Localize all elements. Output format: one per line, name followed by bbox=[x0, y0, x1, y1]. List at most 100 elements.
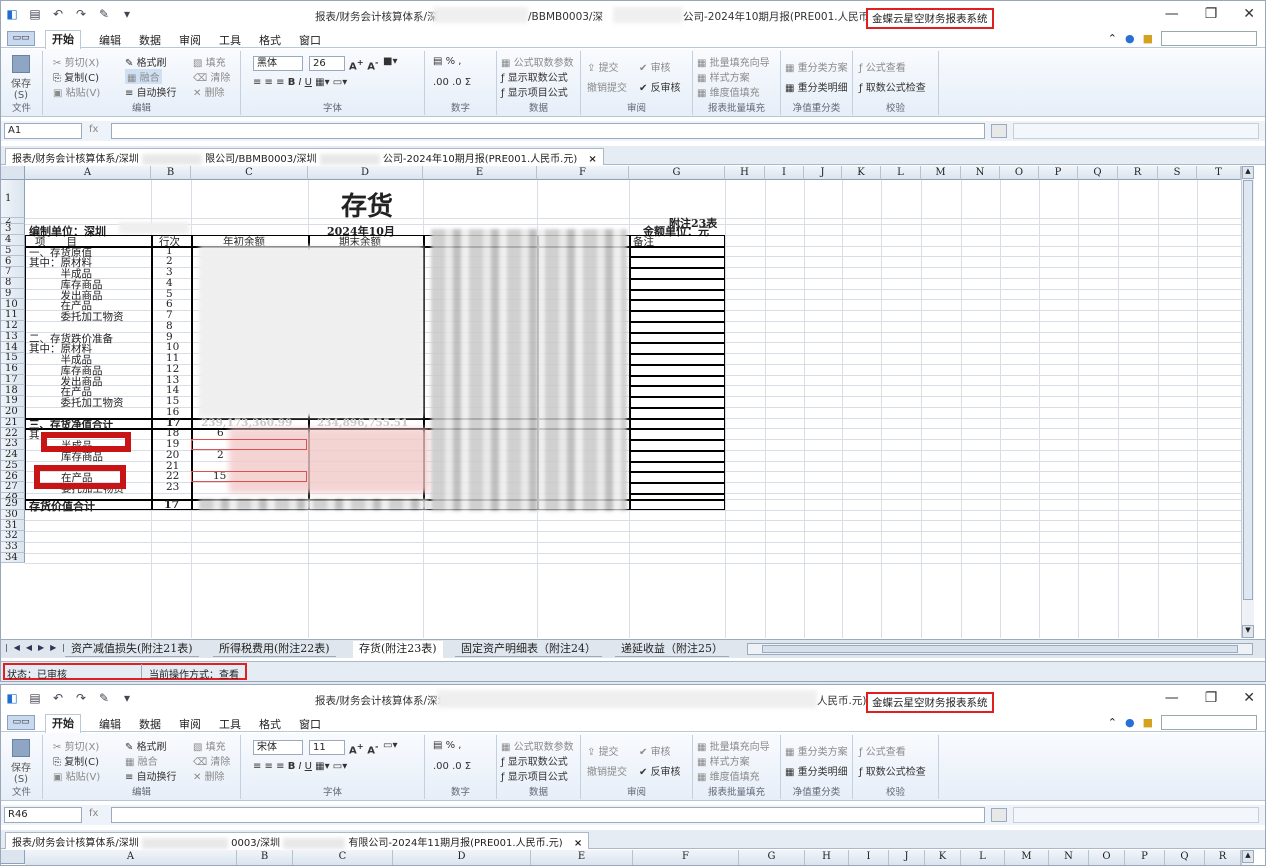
undo-icon[interactable]: ↶ bbox=[51, 691, 65, 705]
close-tab-icon[interactable]: × bbox=[574, 838, 582, 849]
font-name-select[interactable]: 宋体 bbox=[253, 740, 303, 755]
save-button[interactable]: 保存(S) bbox=[7, 739, 35, 785]
style-scheme-button[interactable]: ▦ 样式方案 bbox=[697, 753, 750, 768]
font-color-icon[interactable]: ▭▾ bbox=[383, 740, 397, 751]
font-size-select[interactable]: 26 bbox=[309, 56, 345, 71]
row-header-29[interactable]: 29 bbox=[1, 498, 25, 510]
column-header-f[interactable]: F bbox=[633, 850, 739, 865]
style-scheme-button[interactable]: ▦ 样式方案 bbox=[697, 69, 750, 84]
row-header-22[interactable]: 22 bbox=[1, 428, 25, 439]
menu-review[interactable]: 审阅 bbox=[179, 716, 201, 733]
restore-icon[interactable]: ❐ bbox=[1205, 6, 1218, 22]
menu-edit[interactable]: 编辑 bbox=[99, 716, 121, 733]
row-header-1[interactable]: 1 bbox=[1, 180, 25, 218]
close-tab-icon[interactable]: × bbox=[588, 154, 596, 165]
reclass-scheme-button[interactable]: ▦ 重分类方案 bbox=[785, 743, 848, 758]
scroll-down-icon[interactable]: ▼ bbox=[1242, 625, 1254, 638]
name-box[interactable]: R46 bbox=[4, 807, 82, 823]
wrap-button[interactable]: ≡ 自动换行 bbox=[125, 768, 177, 783]
dim-fill-button[interactable]: ▦ 维度值填充 bbox=[697, 768, 760, 783]
hscroll-thumb[interactable] bbox=[762, 645, 1238, 653]
column-header-e[interactable]: E bbox=[531, 850, 633, 865]
delete-button[interactable]: ✕ 删除 bbox=[193, 768, 225, 783]
formula-expand-icon[interactable] bbox=[991, 124, 1007, 138]
font-name-select[interactable]: 黑体 bbox=[253, 56, 303, 71]
row-header-16[interactable]: 16 bbox=[1, 363, 25, 375]
column-header-e[interactable]: E bbox=[423, 166, 537, 180]
row-header-10[interactable]: 10 bbox=[1, 299, 25, 310]
column-header-k[interactable]: K bbox=[842, 166, 881, 180]
row-header-13[interactable]: 13 bbox=[1, 331, 25, 343]
wrap-button[interactable]: ≡ 自动换行 bbox=[125, 84, 177, 99]
menu-start[interactable]: 开始 bbox=[45, 714, 81, 733]
fill-button[interactable]: ▧ 填充 bbox=[193, 54, 226, 69]
column-header-q[interactable]: Q bbox=[1078, 166, 1118, 180]
column-header-r[interactable]: R bbox=[1118, 166, 1158, 180]
row-header-31[interactable]: 31 bbox=[1, 520, 25, 531]
cancel-submit-button[interactable]: 撤销提交 bbox=[587, 79, 627, 94]
formula-view-button[interactable]: ƒ 公式查看 bbox=[859, 743, 906, 758]
formula-check-button[interactable]: ƒ 取数公式检查 bbox=[859, 763, 926, 778]
select-all-corner[interactable] bbox=[1, 166, 25, 180]
app-menu-button[interactable]: ▭▭ bbox=[7, 31, 35, 46]
show-formula-button[interactable]: ƒ 显示取数公式 bbox=[501, 753, 568, 768]
collapse-icon[interactable]: ⌃ bbox=[1108, 716, 1117, 729]
row-header-19[interactable]: 19 bbox=[1, 396, 25, 407]
column-header-a[interactable]: A bbox=[25, 166, 151, 180]
sheet-tab-24[interactable]: 固定资产明细表（附注24） bbox=[455, 641, 602, 657]
formula-input[interactable] bbox=[111, 123, 985, 139]
row-header-33[interactable]: 33 bbox=[1, 541, 25, 553]
row-header-15[interactable]: 15 bbox=[1, 353, 25, 364]
save-button[interactable]: 保存(S) bbox=[7, 55, 35, 101]
menu-edit[interactable]: 编辑 bbox=[99, 32, 121, 49]
column-header-i[interactable]: I bbox=[849, 850, 889, 865]
search-combo[interactable] bbox=[1161, 31, 1257, 46]
row-header-27[interactable]: 27 bbox=[1, 482, 25, 493]
document-tab[interactable]: 报表/财务会计核算体系/深圳 0003/深圳 有限公司-2024年11期月报(P… bbox=[5, 832, 590, 849]
font-size-select[interactable]: 11 bbox=[309, 740, 345, 755]
reclass-scheme-button[interactable]: ▦ 重分类方案 bbox=[785, 59, 848, 74]
column-header-n[interactable]: N bbox=[961, 166, 1000, 180]
column-header-g[interactable]: G bbox=[739, 850, 805, 865]
minimize-icon[interactable]: — bbox=[1165, 690, 1179, 706]
scroll-thumb[interactable] bbox=[1243, 180, 1253, 600]
scroll-up-icon[interactable]: ▲ bbox=[1242, 850, 1254, 863]
font-grow-icon[interactable]: A+ A- bbox=[349, 741, 378, 756]
column-header-l[interactable]: L bbox=[881, 166, 921, 180]
menu-tools[interactable]: 工具 bbox=[219, 32, 241, 49]
decimal-icon[interactable]: .00 .0 Σ bbox=[433, 761, 471, 772]
spreadsheet-grid[interactable]: A B C D E F G H I J K L M N O P Q R S T 1 2 3 4 5 6 7 8 9 10 11 12 13 14 1… bbox=[1, 166, 1241, 638]
column-header-d[interactable]: D bbox=[393, 850, 531, 865]
row-header-23[interactable]: 23 bbox=[1, 439, 25, 450]
column-header-c[interactable]: C bbox=[191, 166, 308, 180]
formula-check-button[interactable]: ƒ 取数公式检查 bbox=[859, 79, 926, 94]
formula-expand-icon[interactable] bbox=[991, 808, 1007, 822]
customize-icon[interactable]: ▾ bbox=[120, 7, 134, 21]
column-header-m[interactable]: M bbox=[1005, 850, 1049, 865]
brush-icon[interactable]: ✎ bbox=[97, 691, 111, 705]
collapse-icon[interactable]: ⌃ bbox=[1108, 32, 1117, 45]
menu-window[interactable]: 窗口 bbox=[299, 32, 321, 49]
column-header-h[interactable]: H bbox=[805, 850, 849, 865]
vertical-scrollbar[interactable]: ▲ bbox=[1241, 850, 1254, 865]
row-header-12[interactable]: 12 bbox=[1, 320, 25, 332]
row-header-3[interactable]: 3 bbox=[1, 224, 25, 235]
cut-button[interactable]: ✂ 剪切(X) bbox=[53, 54, 99, 69]
row-header-32[interactable]: 32 bbox=[1, 531, 25, 542]
column-header-f[interactable]: F bbox=[537, 166, 629, 180]
row-header-14[interactable]: 14 bbox=[1, 342, 25, 353]
column-header-o[interactable]: O bbox=[1089, 850, 1125, 865]
menu-window[interactable]: 窗口 bbox=[299, 716, 321, 733]
submit-button[interactable]: ⇪ 提交 bbox=[587, 743, 619, 758]
format-painter-button[interactable]: ✎ 格式刷 bbox=[125, 54, 167, 69]
audit-button[interactable]: ✔ 审核 bbox=[639, 59, 671, 74]
menu-start[interactable]: 开始 bbox=[45, 30, 81, 49]
save-icon[interactable]: ▤ bbox=[28, 691, 42, 705]
show-item-formula-button[interactable]: ƒ 显示项目公式 bbox=[501, 84, 568, 99]
row-header-34[interactable]: 34 bbox=[1, 552, 25, 564]
column-header-p[interactable]: P bbox=[1125, 850, 1165, 865]
sheet-tab-23[interactable]: 存货(附注23表) bbox=[353, 641, 443, 658]
search-combo[interactable] bbox=[1161, 715, 1257, 730]
vertical-scrollbar[interactable]: ▲ ▼ bbox=[1241, 166, 1254, 638]
close-icon[interactable]: ✕ bbox=[1243, 690, 1255, 706]
